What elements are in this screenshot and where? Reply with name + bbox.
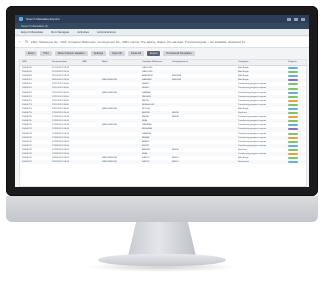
- progress-bar: [288, 161, 298, 164]
- progress-bar: [288, 140, 298, 143]
- table-cell: BN014: [172, 161, 179, 164]
- column-header[interactable]: Consignment no.: [170, 60, 202, 65]
- app-title: Search Metadata Exports: [26, 17, 60, 21]
- title-bar: Search Metadata Exports: [15, 15, 309, 23]
- table-cell: MRKU9401836: [102, 161, 117, 164]
- monitor-stand-neck: [128, 222, 196, 256]
- progress-bar: [288, 157, 298, 160]
- column-header[interactable]: [202, 60, 236, 65]
- progress-bar: [288, 95, 298, 98]
- progress-bar: [288, 148, 298, 151]
- table-row[interactable]: 20456742 26/06/2021 08:00 MRKU9401836 SANTO…: [20, 160, 306, 165]
- table-cell: [202, 160, 236, 164]
- app-logo-icon: [19, 17, 23, 21]
- excel-button[interactable]: Excel: [25, 51, 38, 56]
- minimize-icon[interactable]: [287, 17, 291, 21]
- table-cell: [80, 160, 100, 164]
- progress-bar: [288, 87, 298, 90]
- progress-bar: [288, 99, 298, 102]
- column-header[interactable]: Progress: [286, 60, 306, 65]
- progress-bar: [288, 71, 298, 74]
- column-header[interactable]: Container Reference: [140, 60, 170, 65]
- screen: Search Metadata Exports Search Metadata …: [15, 15, 309, 187]
- progress-bar: [288, 136, 298, 139]
- column-header[interactable]: Document date: [50, 60, 80, 65]
- back-icon[interactable]: ‹: [19, 40, 23, 44]
- open-all-button[interactable]: Open All: [109, 51, 125, 56]
- menu-item-administration[interactable]: Administration: [97, 30, 116, 34]
- table-cell: SANTO: [142, 161, 150, 164]
- progress-bar: [288, 144, 298, 147]
- settings-button[interactable]: Settings: [90, 51, 107, 56]
- table-cell: 20456742: [22, 161, 32, 164]
- filter-text: Filter: Reference No., GDF, Container Re…: [31, 40, 248, 44]
- progress-bar: [288, 75, 298, 78]
- monitor-stand-base: [98, 254, 226, 266]
- column-header[interactable]: GDF: [20, 60, 50, 65]
- column-header[interactable]: Batch: [100, 60, 140, 65]
- print-button[interactable]: Print: [40, 51, 52, 56]
- toolbar: Excel Print Reset Column Headers Setting…: [15, 49, 309, 58]
- progress-bar: [288, 107, 298, 110]
- exports-table: GDF Document date GBN Batch Container Re…: [19, 59, 307, 187]
- table-body: 20456234 21/10/2021 08:00 GBN-2145 Bald Eag…: [20, 66, 306, 165]
- progress-bar: [288, 67, 298, 70]
- close-all-button[interactable]: Close All: [127, 51, 144, 56]
- monitor-chin: [6, 196, 318, 222]
- export-button[interactable]: Export: [146, 51, 161, 56]
- progress-bar: [288, 132, 298, 135]
- maximize-icon[interactable]: [294, 17, 298, 21]
- table-cell: 26/06/2021 08:00: [52, 161, 70, 164]
- progress-bar: [288, 120, 298, 123]
- reset-columns-button[interactable]: Reset Column Headers: [54, 51, 88, 56]
- refresh-icon[interactable]: ↻: [25, 40, 29, 44]
- progress-bar: [288, 128, 298, 131]
- monitor-bezel: Search Metadata Exports Search Metadata …: [6, 6, 318, 196]
- progress-bar: [288, 91, 298, 94]
- table-cell: Schumaker: [238, 161, 250, 164]
- provisional-templates-button[interactable]: Provisional Templates: [163, 51, 195, 56]
- progress-bar: [288, 153, 298, 156]
- column-header[interactable]: Consignee: [236, 60, 286, 65]
- progress-bar: [288, 103, 298, 106]
- column-header[interactable]: GBN: [80, 60, 100, 65]
- window-controls: [287, 17, 309, 21]
- progress-bar: [288, 79, 298, 82]
- menu-item-run-navigate[interactable]: Run Navigate: [51, 30, 69, 34]
- progress-bar: [288, 83, 298, 86]
- progress-bar: [288, 112, 298, 115]
- progress-cell: [286, 160, 306, 164]
- progress-bar: [288, 124, 298, 127]
- menu-bar: Export Metadata Run Navigate Activities …: [15, 29, 309, 36]
- filter-bar[interactable]: ‹ ↻ Filter: Reference No., GDF, Containe…: [15, 37, 309, 48]
- menu-item-export-metadata[interactable]: Export Metadata: [21, 30, 43, 34]
- menu-item-activities[interactable]: Activities: [77, 30, 89, 34]
- progress-bar: [288, 116, 298, 119]
- close-icon[interactable]: [301, 17, 305, 21]
